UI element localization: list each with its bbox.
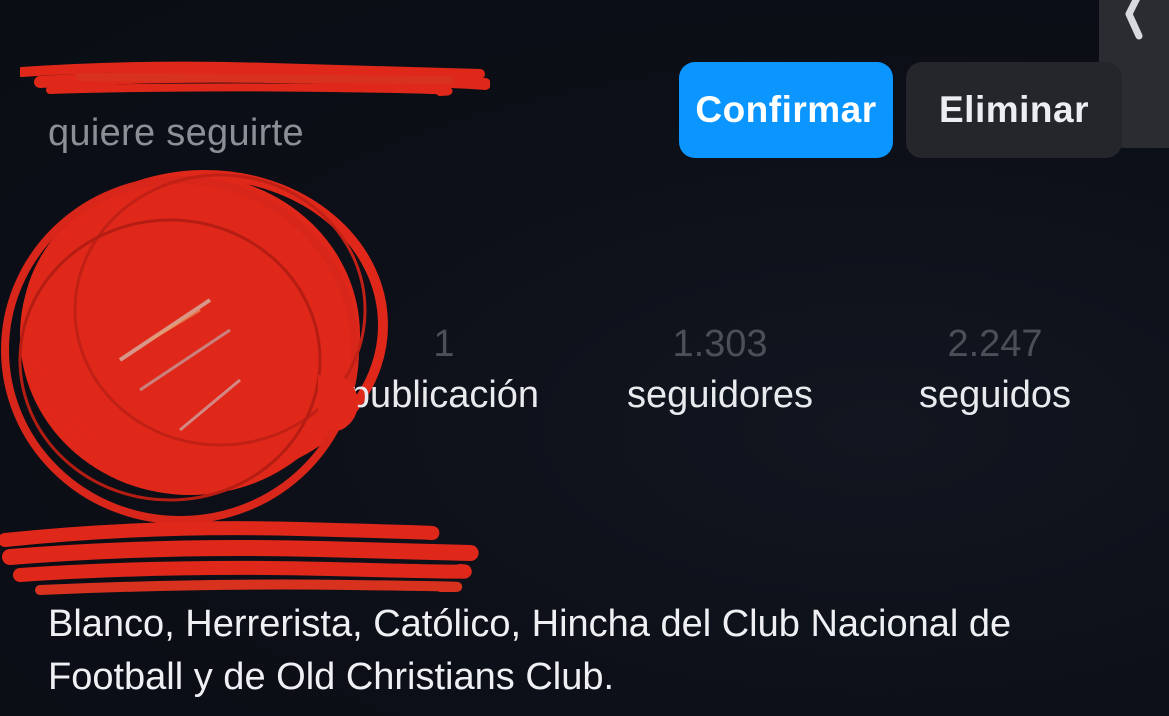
delete-button[interactable]: Eliminar xyxy=(906,62,1122,158)
posts-count: 1 xyxy=(433,323,455,365)
avatar-scribble-overlap xyxy=(318,375,358,430)
profile-bio: Blanco, Herrerista, Católico, Hincha del… xyxy=(48,603,1012,698)
redacted-username xyxy=(20,61,490,96)
confirm-button[interactable]: Confirmar xyxy=(679,62,893,158)
stat-followers[interactable]: 1.303 seguidores xyxy=(600,322,840,420)
redacted-full-name xyxy=(0,521,479,595)
follow-request-screen: quiere seguirte Confirmar Eliminar 1 pub… xyxy=(0,0,1169,716)
following-label: seguidos xyxy=(918,374,1072,416)
stat-following[interactable]: 2.247 seguidos xyxy=(880,322,1110,420)
followers-count: 1.303 xyxy=(672,323,768,365)
follow-request-text: quiere seguirte xyxy=(48,112,304,154)
chevron-left-icon[interactable] xyxy=(1119,0,1149,52)
followers-label: seguidores xyxy=(627,374,813,416)
following-count: 2.247 xyxy=(947,323,1043,365)
